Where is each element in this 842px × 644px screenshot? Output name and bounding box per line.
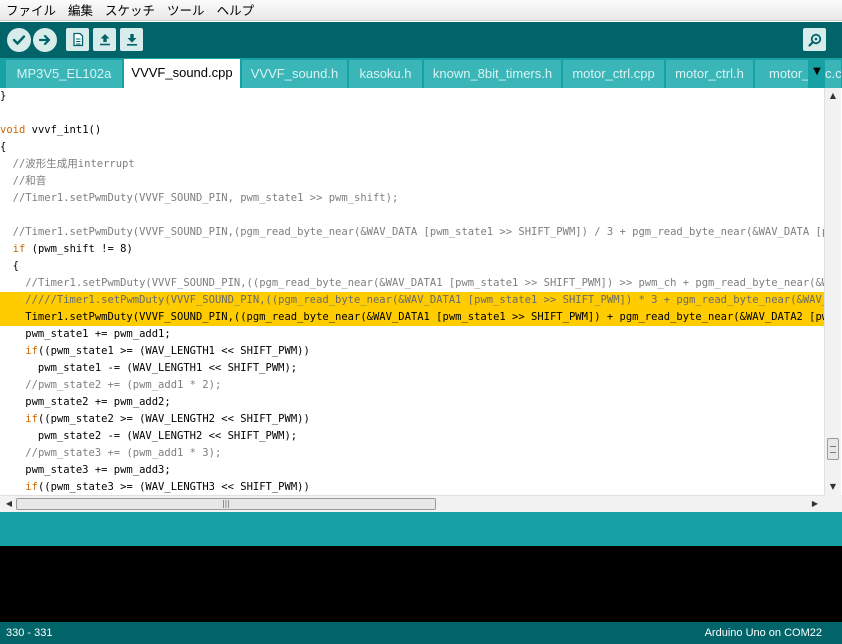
vertical-scrollbar[interactable]: ▲ ▼: [824, 88, 841, 495]
menu-tools[interactable]: ツール: [161, 0, 211, 21]
console-output[interactable]: [0, 546, 842, 622]
code-line: {: [0, 260, 19, 272]
tab-vvvf-sound-cpp[interactable]: VVVF_sound.cpp: [124, 59, 241, 88]
code-line: pwm_state2 -= (WAV_LENGTH2 << SHIFT_PWM)…: [0, 430, 298, 442]
scrollbar-corner: [824, 495, 842, 512]
check-icon: [12, 35, 26, 46]
menu-file[interactable]: ファイル: [0, 0, 62, 21]
code-line: //pwm_state2 += (pwm_add1 * 2);: [25, 379, 222, 391]
code-line: }: [0, 90, 7, 102]
code-line: {: [0, 141, 7, 153]
code-line: pwm_state1 -= (WAV_LENGTH1 << SHIFT_PWM)…: [0, 362, 298, 374]
code-line: //pwm_state3 += (pwm_add1 * 3);: [25, 447, 222, 459]
serial-monitor-button[interactable]: [803, 28, 826, 51]
code-line: pwm_state1 += pwm_add1;: [0, 328, 171, 340]
tab-cc-truncated[interactable]: c.c: [825, 60, 842, 88]
code-line: if((pwm_state1 >= (WAV_LENGTH1 << SHIFT_…: [25, 345, 310, 357]
menu-sketch[interactable]: スケッチ: [99, 0, 161, 21]
code-line: if((pwm_state2 >= (WAV_LENGTH2 << SHIFT_…: [25, 413, 310, 425]
scroll-down-icon[interactable]: ▼: [825, 479, 841, 495]
menu-edit[interactable]: 編集: [62, 0, 99, 21]
tab-motor-truncated[interactable]: motor_: [755, 60, 809, 88]
code-line: //Timer1.setPwmDuty(VVVF_SOUND_PIN,((pgm…: [25, 277, 824, 289]
horizontal-scrollbar[interactable]: ◀ ||| ▶: [0, 495, 824, 512]
code-editor[interactable]: } void vvvf_int1() { //波形生成用interrupt //和音…: [0, 88, 824, 495]
line-number-indicator: 330 - 331: [6, 627, 53, 639]
code-line: if((pwm_state3 >= (WAV_LENGTH3 << SHIFT_…: [25, 481, 310, 493]
code-line: //波形生成用interrupt: [12, 158, 135, 170]
horizontal-scroll-thumb[interactable]: |||: [16, 498, 436, 510]
new-file-icon: [72, 32, 83, 47]
tab-known-8bit-timers-h[interactable]: known_8bit_timers.h: [424, 60, 562, 88]
tab-mp3v5-el102a[interactable]: MP3V5_EL102a: [6, 60, 123, 88]
code-line: /////Timer1.setPwmDuty(VVVF_SOUND_PIN,((…: [0, 292, 824, 309]
new-button[interactable]: [66, 28, 89, 51]
vertical-scroll-thumb[interactable]: [827, 438, 839, 460]
message-bar: [0, 512, 842, 546]
code-line: //Timer1.setPwmDuty(VVVF_SOUND_PIN,(pgm_…: [12, 226, 824, 238]
serial-monitor-icon: [807, 33, 821, 47]
menu-bar: ファイル 編集 スケッチ ツール ヘルプ: [0, 0, 842, 21]
status-bar: 330 - 331 Arduino Uno on COM22: [0, 622, 842, 644]
scroll-left-icon[interactable]: ◀: [2, 496, 16, 512]
menu-help[interactable]: ヘルプ: [211, 0, 261, 21]
board-port-indicator: Arduino Uno on COM22: [704, 627, 822, 639]
tab-motor-ctrl-cpp[interactable]: motor_ctrl.cpp: [563, 60, 665, 88]
code-line: pwm_state2 += pwm_add2;: [0, 396, 171, 408]
code-line: //Timer1.setPwmDuty(VVVF_SOUND_PIN, pwm_…: [12, 192, 399, 204]
save-arrow-down-icon: [126, 34, 137, 46]
code-line: void vvvf_int1(): [0, 124, 102, 136]
tab-menu-dropdown-icon[interactable]: ▼: [809, 63, 825, 81]
code-line: Timer1.setPwmDuty(VVVF_SOUND_PIN,((pgm_r…: [0, 309, 824, 326]
open-arrow-up-icon: [99, 34, 110, 46]
verify-button[interactable]: [7, 28, 31, 52]
tab-kasoku-h[interactable]: kasoku.h: [349, 60, 423, 88]
tab-vvvf-sound-h[interactable]: VVVF_sound.h: [242, 60, 348, 88]
open-button[interactable]: [93, 28, 116, 51]
code-line: if (pwm_shift != 8): [12, 243, 133, 255]
tab-bar: MP3V5_EL102a VVVF_sound.cpp VVVF_sound.h…: [0, 58, 842, 88]
save-button[interactable]: [120, 28, 143, 51]
toolbar: [0, 22, 842, 58]
tab-motor-ctrl-h[interactable]: motor_ctrl.h: [666, 60, 754, 88]
right-arrow-icon: [38, 34, 51, 46]
upload-button[interactable]: [33, 28, 57, 52]
scroll-up-icon[interactable]: ▲: [825, 88, 841, 104]
code-line: //和音: [12, 175, 47, 187]
code-line: pwm_state3 += pwm_add3;: [0, 464, 171, 476]
scroll-right-icon[interactable]: ▶: [808, 496, 822, 512]
